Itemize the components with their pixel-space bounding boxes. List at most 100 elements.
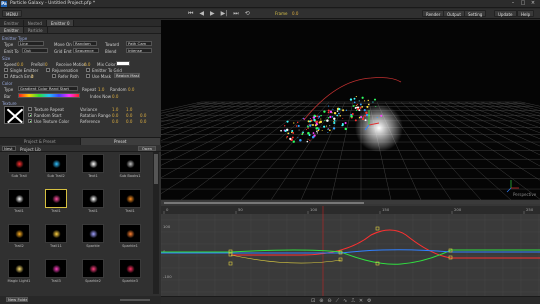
reference-x-value[interactable]: 0.0 bbox=[112, 119, 118, 124]
zoom-fit-icon[interactable]: ⊡ bbox=[311, 298, 315, 304]
zoom-in-icon[interactable]: ⊕ bbox=[319, 298, 323, 304]
update-button[interactable]: Update bbox=[494, 10, 517, 17]
tab-preset[interactable]: Preset bbox=[80, 138, 161, 145]
next-frame-icon[interactable]: ▶| bbox=[221, 10, 228, 18]
menu-button[interactable]: MENU bbox=[2, 10, 22, 17]
rotation-y-value[interactable]: 0.0 bbox=[126, 113, 132, 118]
preset-item[interactable]: Sparkle1 bbox=[115, 224, 145, 248]
preset-item[interactable]: Trail1 bbox=[4, 189, 34, 213]
frame-value[interactable]: 0.0 bbox=[292, 11, 298, 16]
reference-y-value[interactable]: 0.0 bbox=[126, 119, 132, 124]
loop-icon[interactable]: ⟲ bbox=[245, 10, 250, 18]
attach-emit-checkbox[interactable] bbox=[4, 74, 8, 78]
preset-item[interactable]: Sparkle bbox=[78, 224, 108, 248]
preset-label: Sub Trail bbox=[11, 174, 27, 178]
mix-color-swatch[interactable] bbox=[116, 61, 130, 66]
preset-item[interactable]: Sub Books1 bbox=[115, 154, 145, 178]
delete-key-icon[interactable]: ✕ bbox=[359, 298, 363, 304]
rotation-z-value[interactable]: 0.0 bbox=[140, 113, 146, 118]
variance-value-2[interactable]: 1.0 bbox=[126, 107, 132, 112]
tab-project-preset[interactable]: Project & Preset bbox=[0, 138, 81, 145]
tab-particle-props[interactable]: Particle bbox=[24, 27, 48, 33]
tab-emitter[interactable]: Emitter bbox=[0, 20, 24, 26]
single-emitter-checkbox[interactable] bbox=[4, 68, 8, 72]
output-button[interactable]: Output bbox=[443, 10, 465, 17]
blend-dropdown[interactable]: Intense bbox=[126, 48, 152, 53]
preset-item[interactable]: Trail1 bbox=[115, 189, 145, 213]
grid-emit-dropdown[interactable]: Sequence bbox=[73, 48, 99, 53]
thumb-size-slider[interactable] bbox=[120, 299, 150, 301]
help-button[interactable]: Help bbox=[517, 10, 535, 17]
curve-y-label: -100 bbox=[163, 274, 172, 279]
last-frame-icon[interactable]: ⏭ bbox=[233, 10, 238, 18]
smooth-key-icon[interactable]: ∿ bbox=[343, 298, 347, 304]
preset-item[interactable]: Text1 bbox=[78, 154, 108, 178]
render-button[interactable]: Render bbox=[422, 10, 445, 17]
close-icon[interactable]: × bbox=[528, 0, 538, 7]
move-on-dropdown[interactable]: Random bbox=[73, 41, 97, 46]
tab-emitter-props[interactable]: Emitter bbox=[0, 27, 24, 33]
preset-item[interactable]: Sub Trail2 bbox=[41, 154, 71, 178]
emit-to-dropdown[interactable]: Out bbox=[22, 48, 48, 53]
toward-dropdown[interactable]: Path Cam bbox=[126, 41, 152, 46]
use-texture-color-checkbox[interactable] bbox=[28, 119, 32, 123]
preset-thumbnail bbox=[8, 154, 30, 173]
maximize-icon[interactable]: □ bbox=[518, 0, 528, 7]
emitter-to-grid-checkbox[interactable] bbox=[86, 68, 90, 72]
color-gradient-bar[interactable] bbox=[18, 93, 80, 98]
rotation-range-label: Rotation Range bbox=[80, 113, 111, 118]
preroll-value[interactable]: 0 bbox=[45, 62, 48, 67]
timeline-scroll-bar[interactable] bbox=[164, 202, 364, 204]
preset-thumbnail bbox=[8, 189, 30, 208]
preset-item[interactable]: Trail2 bbox=[4, 224, 34, 248]
linear-key-icon[interactable]: ⟋ bbox=[336, 298, 340, 304]
zoom-out-icon[interactable]: ⊖ bbox=[327, 298, 331, 304]
attach-emit-value[interactable]: 0 bbox=[31, 74, 34, 79]
texture-repeat-checkbox[interactable] bbox=[28, 107, 32, 111]
curve-editor[interactable]: 0 50 100 150 200 250 1000-100 bbox=[160, 200, 540, 296]
step-key-icon[interactable]: ⎍ bbox=[351, 298, 355, 304]
texture-preview[interactable] bbox=[4, 106, 24, 124]
use-mask-checkbox[interactable] bbox=[86, 74, 90, 78]
preset-item[interactable]: Trail11 bbox=[41, 224, 71, 248]
preset-scrollbar[interactable] bbox=[153, 152, 159, 294]
preset-item[interactable]: Trail3 bbox=[41, 259, 71, 283]
preset-item[interactable]: Trail1 bbox=[78, 189, 108, 213]
viewport-3d[interactable]: Perspective bbox=[161, 20, 540, 200]
settings-icon[interactable]: ⚙ bbox=[367, 298, 371, 304]
preset-label: Trail1 bbox=[14, 209, 24, 213]
color-header: Color bbox=[2, 81, 13, 86]
prev-frame-icon[interactable]: ◀ bbox=[199, 10, 204, 18]
time-ruler[interactable] bbox=[161, 206, 540, 214]
preset-item[interactable]: Sparkle2 bbox=[78, 259, 108, 283]
region-mask-button[interactable]: Region Mask bbox=[114, 73, 140, 78]
minimize-icon[interactable]: – bbox=[508, 0, 518, 7]
color-type-dropdown[interactable]: Gradient Color Rand Start bbox=[18, 86, 78, 91]
app-logo-icon: Pa bbox=[1, 0, 7, 7]
tab-emitter-0[interactable]: Emitter 0 bbox=[46, 20, 75, 26]
preset-item[interactable]: Trail1 bbox=[41, 189, 71, 213]
variance-value[interactable]: 1.0 bbox=[112, 107, 118, 112]
open-button[interactable]: Open bbox=[138, 146, 156, 151]
random-start-checkbox[interactable] bbox=[28, 113, 32, 117]
repeat-value[interactable]: 1.0 bbox=[98, 87, 104, 92]
preset-item[interactable]: Magic Light1 bbox=[4, 259, 34, 283]
curve-area[interactable] bbox=[161, 214, 540, 296]
reference-z-value[interactable]: 0.0 bbox=[140, 119, 146, 124]
index-now-value[interactable]: 0.0 bbox=[112, 94, 118, 99]
refer-path-checkbox[interactable] bbox=[52, 74, 56, 78]
preset-item[interactable]: Sub Trail bbox=[4, 154, 34, 178]
new-folder-button[interactable]: New Folder bbox=[6, 297, 28, 302]
receive-motion-value[interactable]: 0.0 bbox=[84, 62, 90, 67]
speed-value[interactable]: 0.0 bbox=[17, 62, 23, 67]
folder-dropdown[interactable]: Nest bbox=[2, 146, 16, 151]
preset-item[interactable]: Sparkle3 bbox=[115, 259, 145, 283]
type-dropdown[interactable]: Line bbox=[18, 41, 44, 46]
rejuvenation-checkbox[interactable] bbox=[46, 68, 50, 72]
setting-button[interactable]: Setting bbox=[464, 10, 487, 17]
random-value[interactable]: 0.0 bbox=[128, 87, 134, 92]
tab-nested[interactable]: Nested bbox=[24, 20, 47, 26]
rotation-x-value[interactable]: 0.0 bbox=[112, 113, 118, 118]
first-frame-icon[interactable]: ⏮ bbox=[188, 10, 193, 18]
play-icon[interactable]: ▶ bbox=[210, 10, 215, 18]
